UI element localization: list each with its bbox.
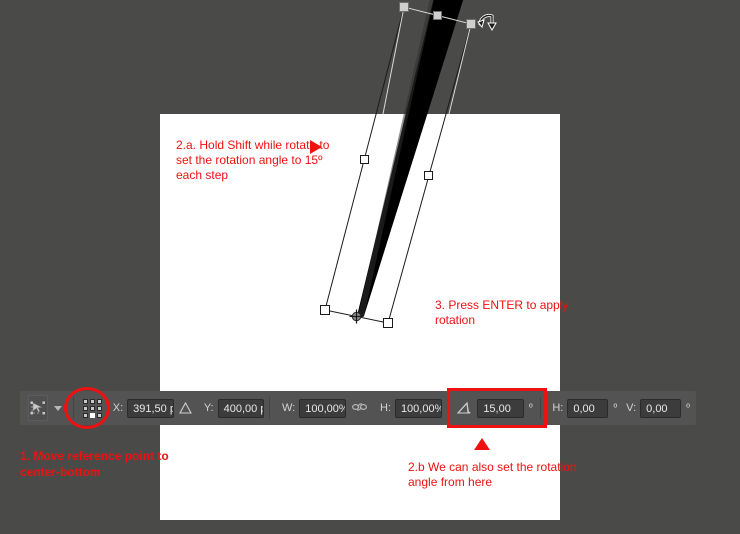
red-arrow-up-icon <box>474 438 490 450</box>
reference-point-grid[interactable] <box>82 398 102 418</box>
options-divider-4 <box>539 397 541 419</box>
red-arrow-right-icon <box>310 140 322 154</box>
y-label: Y: <box>203 402 214 414</box>
annotation-step-2b: 2.b We can also set the rotation angle f… <box>408 460 577 489</box>
chain-link-icon[interactable] <box>351 401 367 415</box>
annotation-step-3: 3. Press ENTER to apply rotation <box>435 298 569 327</box>
skew-horizontal-input[interactable]: 0,00 <box>567 398 609 418</box>
relative-position-delta-icon[interactable] <box>178 402 192 414</box>
path-selection-tool-icon[interactable] <box>28 395 49 421</box>
photoshop-transform-screenshot: 2.a. Hold Shift while rotate to set the … <box>0 0 740 534</box>
refpoint-cell-top-left[interactable] <box>82 398 88 404</box>
skew-vertical-input[interactable]: 0,00 <box>640 398 682 418</box>
options-divider-3 <box>446 397 448 419</box>
transform-options-bar: X: 391,50 px Y: 400,00 px W: 100,00% H: … <box>20 391 696 425</box>
refpoint-cell-top-center[interactable] <box>89 398 95 404</box>
skew-h-degree-symbol: º <box>613 402 618 414</box>
x-input[interactable]: 391,50 px <box>127 398 174 418</box>
tool-preset-chevron-down-icon[interactable] <box>54 405 63 411</box>
refpoint-cell-middle-left[interactable] <box>82 405 88 411</box>
h-scale-label: H: <box>379 402 391 414</box>
refpoint-cell-middle-center[interactable] <box>89 405 95 411</box>
rotation-degree-symbol: º <box>529 402 533 414</box>
transform-box-upper-light <box>382 6 472 115</box>
refpoint-cell-bottom-center[interactable] <box>89 412 95 418</box>
skew-h-label: H: <box>552 402 564 414</box>
annotation-step-1: 1. Move reference point to center-bottom <box>20 449 169 479</box>
w-label: W: <box>282 402 296 414</box>
refpoint-cell-bottom-left[interactable] <box>82 412 88 418</box>
skew-v-label: V: <box>626 402 637 414</box>
rotation-angle-input[interactable]: 15,00 <box>477 398 524 418</box>
refpoint-cell-top-right[interactable] <box>96 398 102 404</box>
skew-v-degree-symbol: º <box>686 402 690 414</box>
rotate-cursor-icon <box>477 14 497 32</box>
width-input[interactable]: 100,00% <box>299 398 346 418</box>
options-divider-2 <box>269 397 270 419</box>
options-divider-1 <box>73 397 74 419</box>
y-input[interactable]: 400,00 px <box>217 398 265 418</box>
x-label: X: <box>112 402 124 414</box>
height-input[interactable]: 100,00% <box>394 398 442 418</box>
refpoint-cell-bottom-right[interactable] <box>96 412 102 418</box>
rotate-angle-icon <box>457 402 472 414</box>
refpoint-cell-middle-right[interactable] <box>96 405 102 411</box>
